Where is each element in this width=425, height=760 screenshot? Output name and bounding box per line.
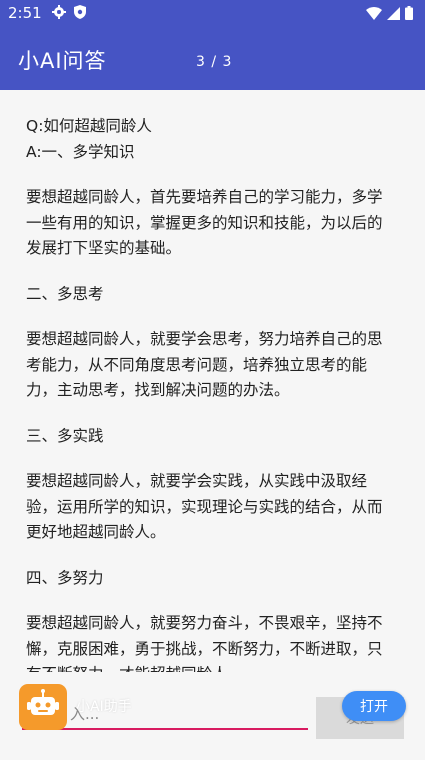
- status-time: 2:51: [8, 4, 42, 22]
- robot-icon: [27, 689, 59, 715]
- answer-heading-1: A:一、多学知识: [26, 142, 135, 161]
- robot-assistant-icon[interactable]: [19, 684, 67, 730]
- battery-icon: [405, 6, 413, 20]
- app-bar: 小AI问答 3 / 3: [0, 27, 425, 90]
- answer-heading-3: 三、多实践: [26, 426, 104, 445]
- assistant-promo-label[interactable]: 小AI助手: [76, 696, 132, 716]
- open-button[interactable]: 打开: [342, 691, 406, 721]
- app-title: 小AI问答: [18, 49, 107, 73]
- gear-icon: [52, 5, 66, 19]
- shield-icon: [74, 5, 86, 19]
- answer-content[interactable]: Q:如何超越同龄人 A:一、多学知识 要想超越同龄人，首先要培养自己的学习能力，…: [0, 90, 425, 672]
- status-icons: [366, 6, 413, 20]
- wifi-icon: [366, 6, 382, 20]
- page-counter: 3 / 3: [196, 54, 233, 70]
- question-text: Q:如何超越同龄人: [26, 117, 152, 135]
- answer-paragraph-3: 要想超越同龄人，就要学会实践，从实践中汲取经验，运用所学的知识，实现理论与实践的…: [26, 472, 383, 541]
- answer-heading-4: 四、多努力: [26, 568, 104, 587]
- answer-paragraph-1: 要想超越同龄人，首先要培养自己的学习能力，多学一些有用的知识，掌握更多的知识和技…: [26, 188, 383, 257]
- answer-heading-2: 二、多思考: [26, 284, 104, 303]
- signal-icon: [387, 6, 400, 20]
- answer-paragraph-4: 要想超越同龄人，就要努力奋斗，不畏艰辛，坚持不懈，克服困难，勇于挑战，不断努力，…: [26, 614, 383, 672]
- answer-paragraph-2: 要想超越同龄人，就要学会思考，努力培养自己的思考能力，从不同角度思考问题，培养独…: [26, 330, 383, 399]
- status-bar: 2:51: [0, 0, 425, 27]
